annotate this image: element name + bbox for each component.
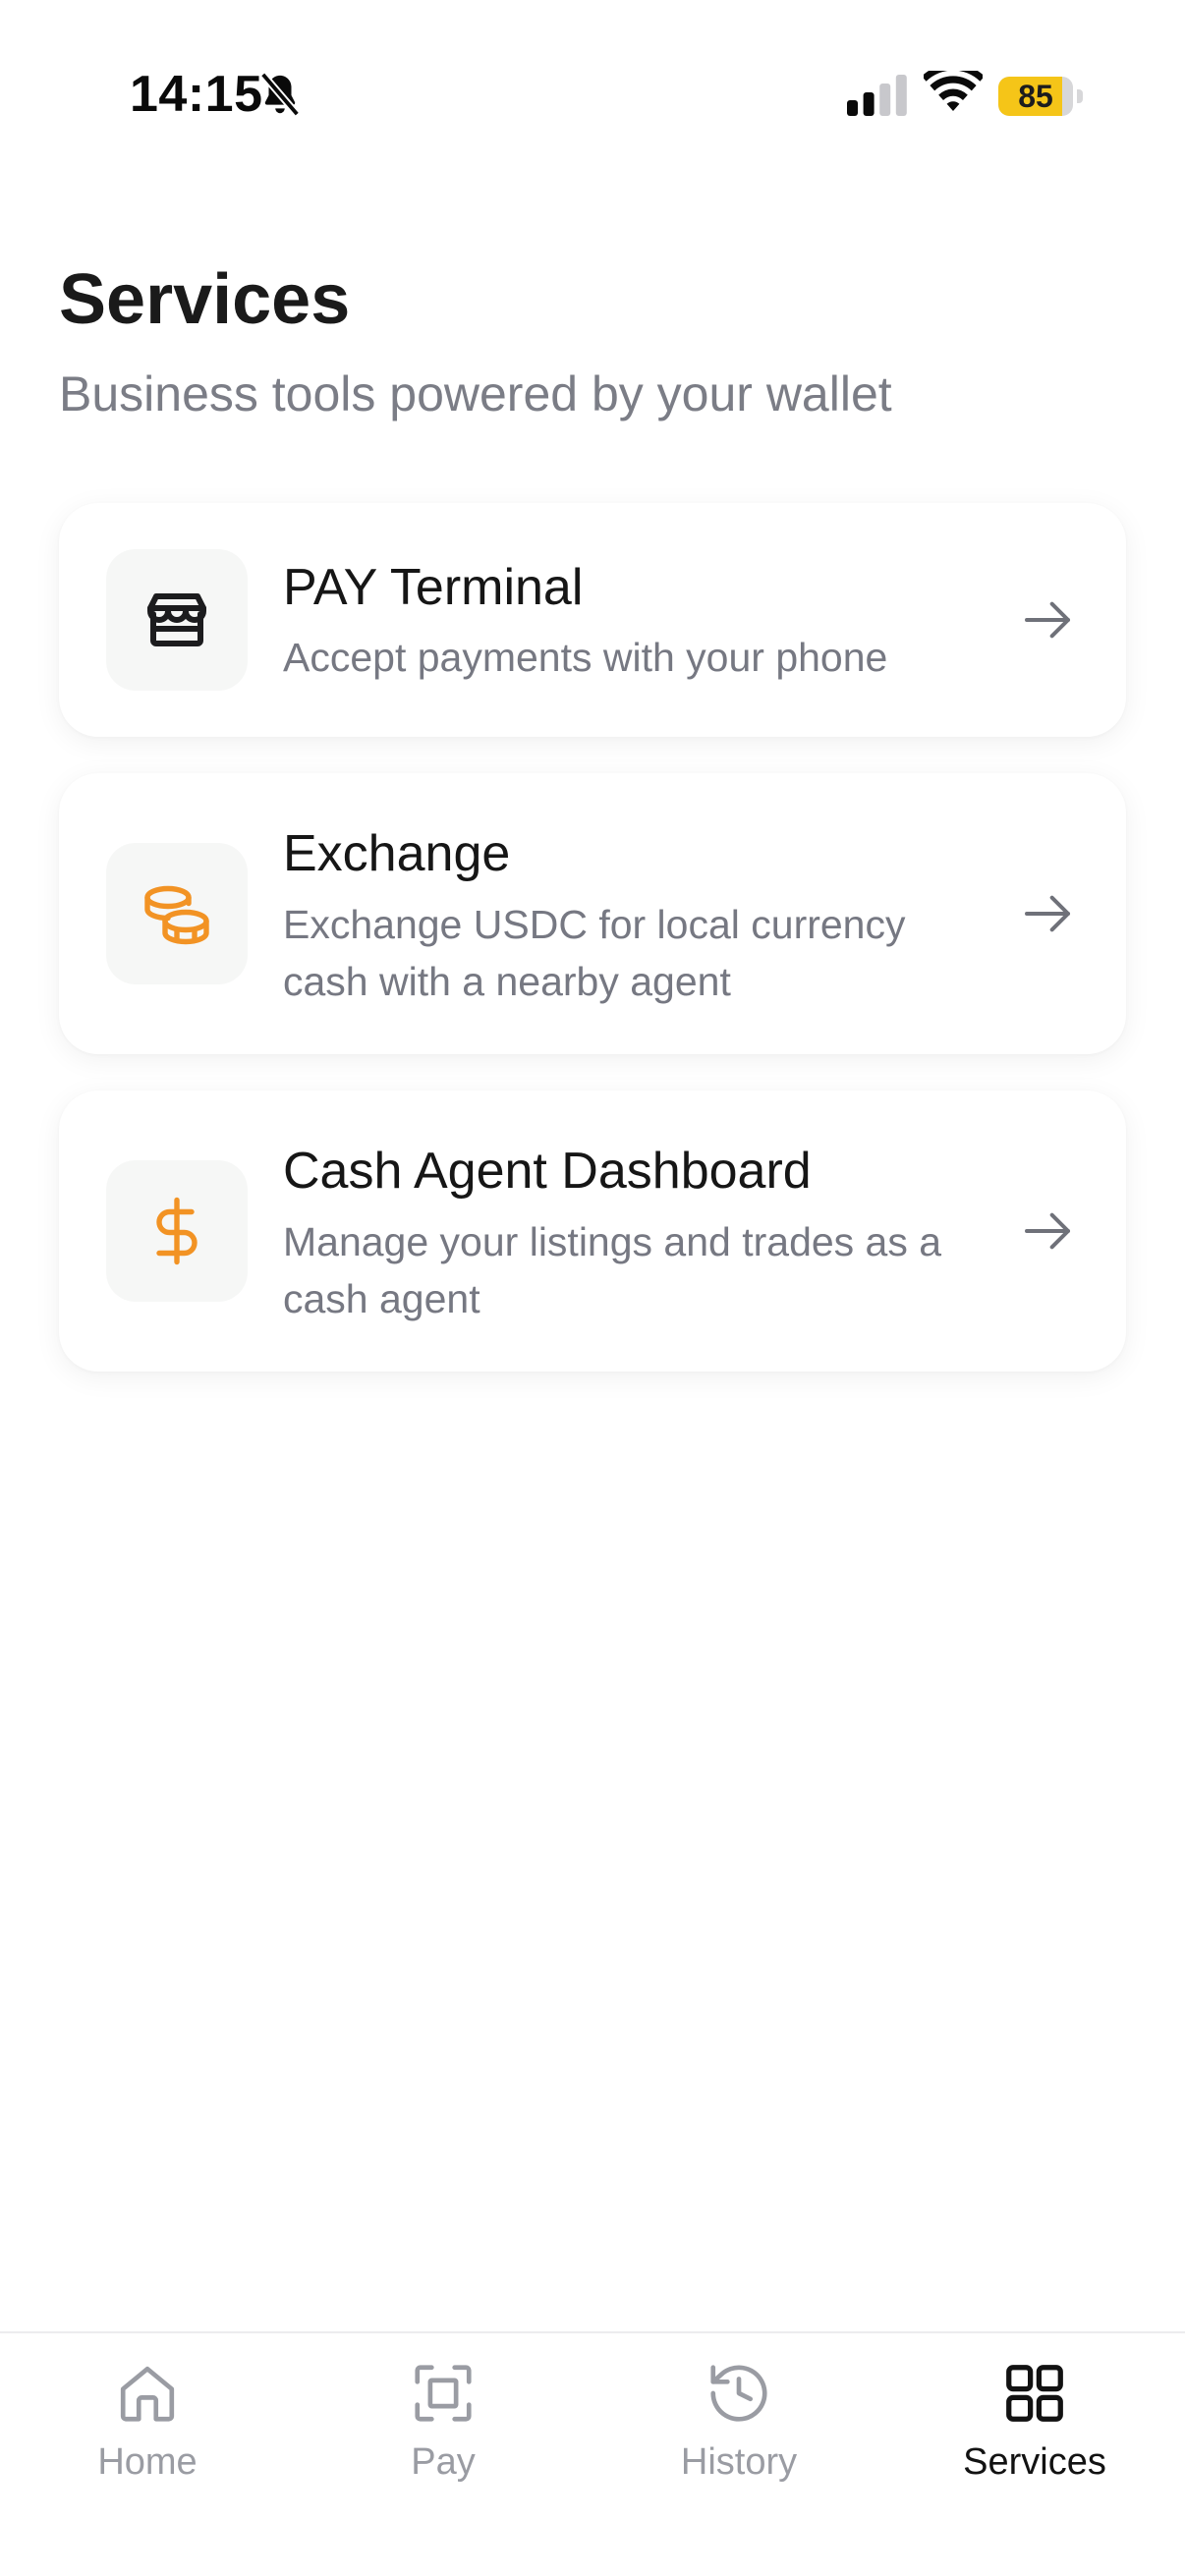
dollar-sign-icon xyxy=(156,1197,198,1265)
service-card-cash-agent-dashboard[interactable]: Cash Agent Dashboard Manage your listing… xyxy=(59,1091,1126,1372)
service-card-pay-terminal[interactable]: PAY Terminal Accept payments with your p… xyxy=(59,503,1126,737)
home-icon xyxy=(120,2366,175,2422)
bell-off-icon xyxy=(259,72,301,117)
service-icon-box xyxy=(106,843,248,984)
nav-item-home[interactable]: Home xyxy=(0,2359,295,2506)
grid-icon xyxy=(1006,2365,1063,2422)
arrow-right-icon xyxy=(1025,1212,1070,1250)
nav-item-services[interactable]: Services xyxy=(887,2359,1182,2506)
nav-label-history: History xyxy=(680,2441,798,2483)
page-subtitle: Business tools powered by your wallet xyxy=(59,366,892,421)
service-icon-box xyxy=(106,1160,248,1302)
service-title: Exchange xyxy=(283,825,511,882)
service-description: Manage your listings and trades as a cas… xyxy=(283,1219,942,1321)
nav-label-pay: Pay xyxy=(411,2441,476,2483)
bottom-nav: Home Pay History Services xyxy=(0,2331,1185,2576)
service-icon-box xyxy=(106,549,248,691)
services-screen: 14:15 85 Services Business tools powered… xyxy=(0,0,1185,2576)
wifi-icon xyxy=(924,71,983,111)
nav-item-history[interactable]: History xyxy=(592,2359,886,2506)
nav-label-home: Home xyxy=(97,2441,198,2483)
service-title: Cash Agent Dashboard xyxy=(283,1143,812,1200)
battery-cap xyxy=(1077,89,1083,103)
service-title: PAY Terminal xyxy=(283,559,584,616)
service-card-exchange[interactable]: Exchange Exchange USDC for local currenc… xyxy=(59,773,1126,1054)
storefront-icon xyxy=(147,593,206,646)
nav-item-pay[interactable]: Pay xyxy=(296,2359,591,2506)
arrow-right-icon xyxy=(1025,601,1070,639)
battery-indicator: 85 xyxy=(998,77,1083,116)
nav-label-services: Services xyxy=(963,2441,1106,2483)
cellular-signal-icon xyxy=(847,75,907,116)
page-title: Services xyxy=(59,260,351,339)
arrow-right-icon xyxy=(1025,895,1070,932)
battery-body: 85 xyxy=(998,77,1073,116)
status-time: 14:15 xyxy=(130,66,263,123)
history-icon xyxy=(710,2365,767,2422)
battery-level: 85 xyxy=(1018,79,1053,114)
scan-icon xyxy=(415,2365,472,2422)
coins-icon xyxy=(144,885,209,945)
status-bar: 14:15 85 xyxy=(0,0,1185,187)
service-description: Accept payments with your phone xyxy=(283,635,888,680)
service-description: Exchange USDC for local currency cash wi… xyxy=(283,902,906,1004)
